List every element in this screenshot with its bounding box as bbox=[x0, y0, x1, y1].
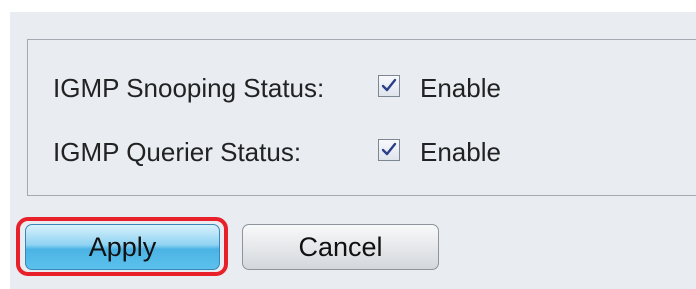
checkmark-icon bbox=[381, 78, 397, 92]
checkmark-icon bbox=[381, 142, 397, 156]
igmp-snooping-status-row: IGMP Snooping Status: Enable bbox=[53, 68, 501, 108]
igmp-settings-panel: IGMP Snooping Status: Enable IGMP Querie… bbox=[27, 39, 696, 196]
igmp-querier-enable-label: Enable bbox=[420, 137, 501, 167]
igmp-querier-enable-checkbox[interactable] bbox=[378, 139, 400, 161]
apply-button[interactable]: Apply bbox=[25, 224, 220, 270]
igmp-querier-status-label: IGMP Querier Status: bbox=[53, 136, 302, 167]
left-margin bbox=[0, 0, 10, 289]
igmp-querier-status-row: IGMP Querier Status: Enable bbox=[53, 132, 501, 172]
top-margin bbox=[0, 0, 696, 12]
cancel-button[interactable]: Cancel bbox=[242, 224, 439, 270]
igmp-snooping-enable-checkbox[interactable] bbox=[378, 75, 400, 97]
igmp-snooping-status-label: IGMP Snooping Status: bbox=[53, 72, 325, 103]
igmp-snooping-enable-label: Enable bbox=[420, 73, 501, 103]
